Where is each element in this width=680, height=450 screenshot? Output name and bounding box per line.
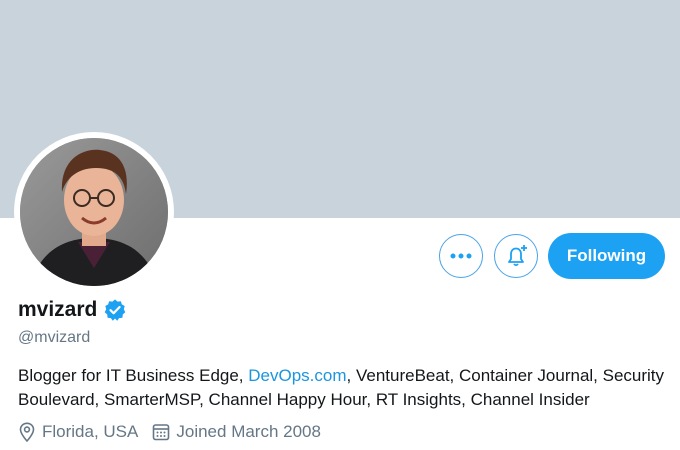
bio-text-start: Blogger for IT Business Edge, <box>18 366 249 385</box>
profile-meta: Florida, USA Joined March 2008 <box>18 422 335 442</box>
handle: @mvizard <box>18 329 91 346</box>
verified-badge-icon <box>103 298 127 322</box>
more-dots-icon <box>450 253 472 259</box>
join-date: Joined March 2008 <box>152 422 321 442</box>
following-label: Following <box>566 246 647 265</box>
location-text: Florida, USA <box>42 422 139 441</box>
bio: Blogger for IT Business Edge, DevOps.com… <box>18 364 668 412</box>
more-button[interactable] <box>439 234 483 278</box>
avatar-photo <box>20 138 168 286</box>
following-button[interactable]: Following <box>548 233 665 279</box>
notifications-button[interactable] <box>494 234 538 278</box>
location-pin-icon <box>19 422 35 442</box>
display-name: mvizard <box>18 298 98 321</box>
avatar[interactable] <box>20 138 168 286</box>
location: Florida, USA <box>18 422 138 442</box>
bell-plus-icon <box>508 245 527 267</box>
calendar-icon <box>153 424 170 441</box>
joined-text: Joined March 2008 <box>176 422 321 441</box>
bio-link-devops[interactable]: DevOps.com <box>248 366 346 385</box>
name-row: mvizard <box>18 298 127 322</box>
